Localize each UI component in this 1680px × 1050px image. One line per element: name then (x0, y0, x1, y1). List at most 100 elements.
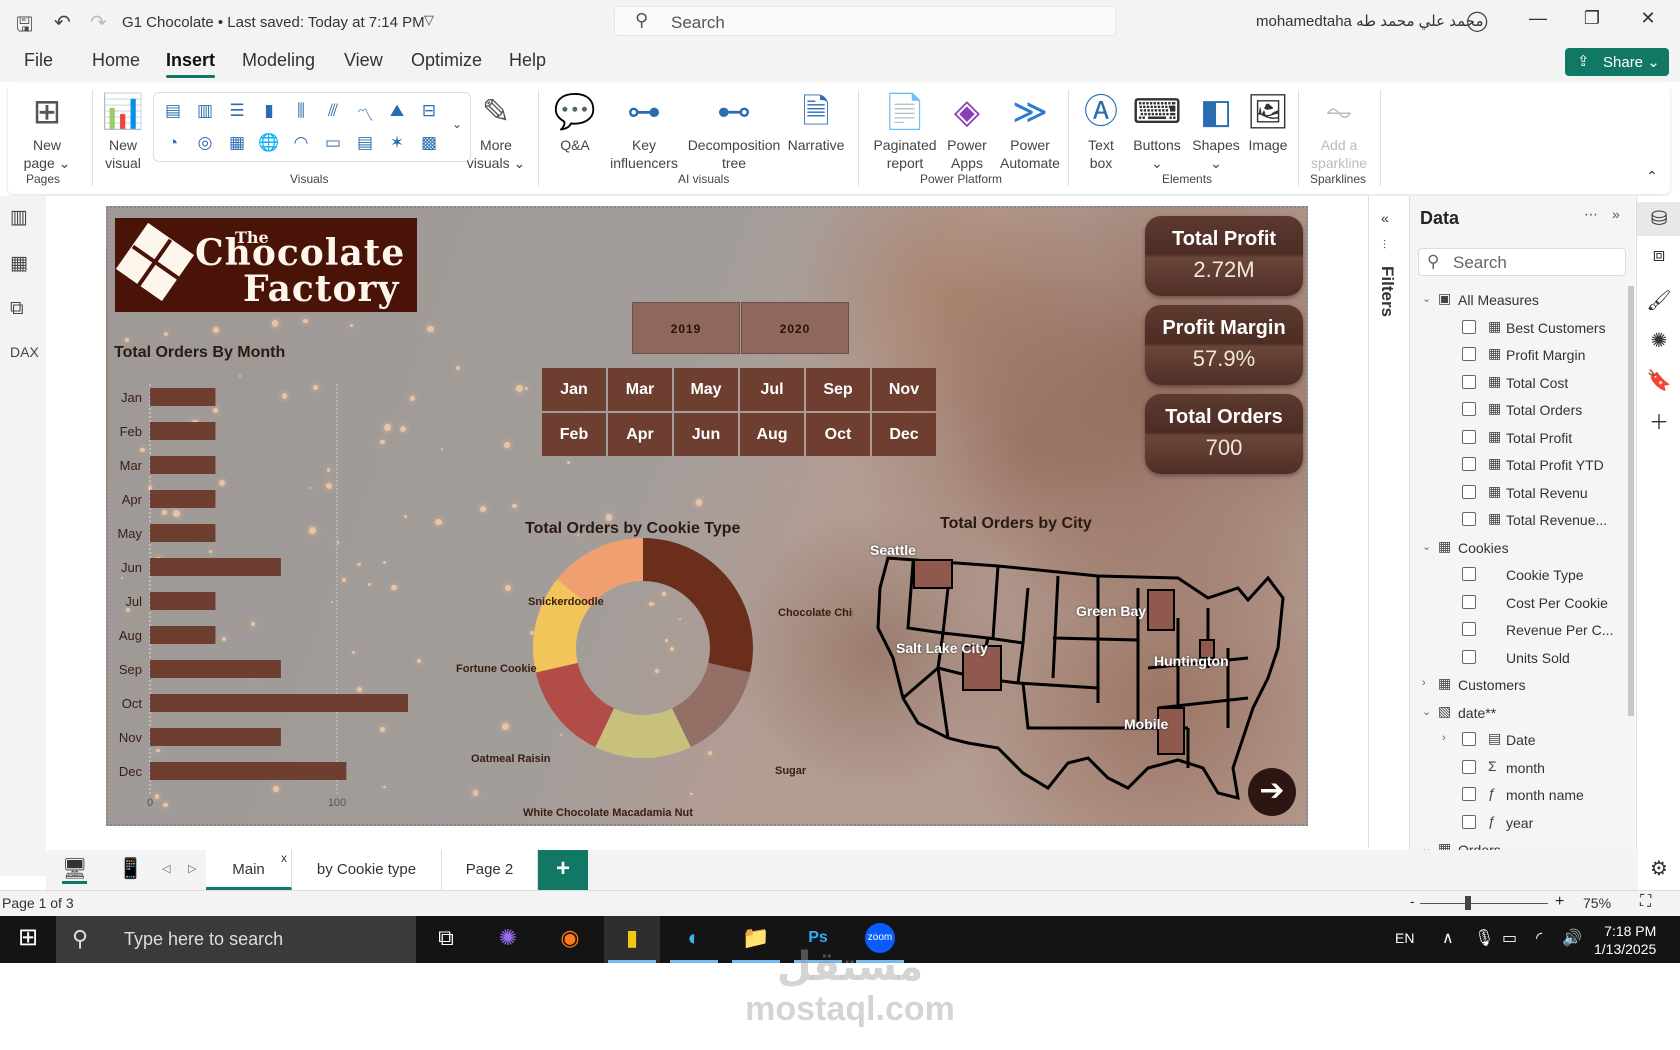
report-page[interactable]: The Chocolate Factory Total Orders By Mo… (106, 206, 1308, 826)
bar-jan[interactable] (150, 388, 216, 406)
field-checkbox[interactable] (1462, 457, 1476, 471)
paginated-report-button[interactable]: 📄 Paginated report (870, 88, 940, 172)
menu-view[interactable]: View (344, 50, 383, 71)
user-avatar-icon[interactable]: ◯ (1466, 8, 1488, 33)
month-slicer-aug[interactable]: Aug (740, 413, 804, 456)
field-checkbox[interactable] (1462, 814, 1476, 829)
next-page-button[interactable]: ➔ (1248, 768, 1296, 816)
card-icon[interactable]: ▭ (320, 133, 346, 155)
field-table-customers[interactable]: › ▦ Customers (1410, 673, 1628, 699)
map-icon[interactable]: 🌐 (256, 133, 282, 155)
field-item[interactable]: ▦ Profit Margin (1410, 343, 1628, 369)
new-page-button[interactable]: ⊞ New page ⌄ (18, 88, 76, 172)
maximize-button[interactable]: ❐ (1572, 8, 1612, 29)
collapse-ribbon-icon[interactable]: ⌃ (1646, 168, 1658, 185)
zoom-level[interactable]: 75% (1583, 895, 1611, 911)
menu-optimize[interactable]: Optimize (411, 50, 482, 71)
zoom-slider[interactable] (1420, 903, 1548, 904)
desktop-layout-icon[interactable]: 🖥 (62, 856, 88, 884)
menu-help[interactable]: Help (509, 50, 546, 71)
add-page-button[interactable]: + (538, 850, 588, 890)
bar-aug[interactable] (150, 626, 216, 644)
close-button[interactable]: ✕ (1628, 8, 1668, 29)
power-apps-button[interactable]: ◈ Power Apps (942, 88, 992, 172)
state-washington[interactable] (913, 559, 953, 589)
more-options-icon[interactable]: ⋯ (1584, 206, 1598, 223)
mobile-layout-icon[interactable]: 📱 (118, 856, 143, 881)
taskbar-clock[interactable]: 7:18 PM 1/13/2025 (1594, 922, 1656, 958)
field-checkbox[interactable] (1462, 732, 1476, 746)
bar-sep[interactable] (150, 660, 281, 678)
build-visual-icon[interactable]: ⧈ (1637, 244, 1680, 267)
bar-dec[interactable] (150, 762, 347, 780)
field-checkbox[interactable] (1462, 787, 1476, 801)
field-checkbox[interactable] (1462, 649, 1476, 664)
language-indicator[interactable]: EN (1395, 930, 1414, 946)
dax-query-view-icon[interactable]: DAX (10, 344, 39, 360)
data-search-input[interactable]: ⚲ Search (1418, 248, 1626, 276)
field-checkbox[interactable] (1462, 512, 1476, 526)
chevron-down-icon[interactable]: ⌄ (1422, 705, 1431, 718)
bar-mar[interactable] (150, 456, 216, 474)
field-item[interactable]: Σmonth (1410, 756, 1628, 782)
key-influencers-button[interactable]: ⊶ Key influencers (604, 88, 684, 172)
menu-insert[interactable]: Insert (166, 50, 216, 78)
shapes-button[interactable]: ◧ Shapes ⌄ (1188, 88, 1244, 172)
data-pane-icon[interactable]: ⛁ (1637, 202, 1680, 236)
field-item[interactable]: Units Sold (1410, 646, 1628, 672)
task-view-icon[interactable]: ⧉ (418, 916, 474, 963)
share-button[interactable]: ⇪ Share ⌄ (1565, 48, 1669, 76)
zoom-in-button[interactable]: + (1555, 893, 1564, 911)
arcgis-map-icon[interactable]: ▩ (416, 133, 442, 155)
year-slicer-2020[interactable]: 2020 (741, 302, 849, 354)
field-checkbox[interactable] (1462, 622, 1476, 636)
power-bi-icon[interactable]: ▮ (604, 916, 660, 963)
bar-may[interactable] (150, 524, 216, 542)
field-item[interactable]: Cost Per Cookie (1410, 591, 1628, 617)
month-slicer-apr[interactable]: Apr (608, 413, 672, 456)
windows-start-icon[interactable]: ⊞ (0, 916, 56, 963)
filters-pane[interactable]: « ⫶ Filters (1368, 196, 1408, 848)
azure-map-icon[interactable]: ✶ (384, 133, 410, 155)
microphone-icon[interactable]: 🎙 (1474, 928, 1494, 948)
data-pane-scrollbar[interactable] (1628, 286, 1634, 716)
field-item[interactable]: ▦ Total Revenue... (1410, 508, 1628, 534)
bar-jun[interactable] (150, 558, 281, 576)
field-item[interactable]: ▦ Total Revenu (1410, 481, 1628, 507)
title-dropdown-icon[interactable]: ▽ (424, 12, 434, 28)
next-page-icon[interactable]: ▷ (188, 862, 196, 875)
collapse-pane-icon[interactable]: » (1612, 206, 1620, 222)
more-visuals-button[interactable]: ✎ More visuals ⌄ (466, 88, 526, 172)
slicer-icon[interactable]: ⊟ (416, 101, 442, 123)
bar-jul[interactable] (150, 592, 216, 610)
field-checkbox[interactable] (1462, 319, 1476, 334)
orders-by-cookie-type-chart[interactable]: Chocolate Chip Sugar White Chocolate Macad… (393, 508, 853, 826)
donut-slice-chocolate-chip[interactable] (643, 538, 753, 673)
month-slicer-jun[interactable]: Jun (674, 413, 738, 456)
report-view-icon[interactable]: ▥ (10, 206, 28, 229)
month-slicer-oct[interactable]: Oct (806, 413, 870, 456)
field-checkbox[interactable] (1462, 484, 1476, 499)
ribbon-chart-icon[interactable]: ⫻ (320, 101, 346, 123)
treemap-icon[interactable]: ▦ (224, 133, 250, 155)
orders-by-month-chart[interactable]: Jan Feb Mar Apr May Jun Jul Aug Sep Oct Nov Dec 0 100 (108, 368, 408, 808)
table-icon[interactable]: ▤ (352, 133, 378, 155)
month-slicer-mar[interactable]: Mar (608, 368, 672, 411)
show-hidden-icons-icon[interactable]: ∧ (1442, 928, 1454, 948)
global-search[interactable]: ⚲ Search (614, 6, 1116, 36)
add-pane-icon[interactable]: ＋ (1637, 406, 1680, 435)
donut-chart-icon[interactable]: ◎ (192, 133, 218, 155)
field-checkbox[interactable] (1462, 429, 1476, 444)
field-item[interactable]: Revenue Per C... (1410, 618, 1628, 644)
month-slicer-sep[interactable]: Sep (806, 368, 870, 411)
chevron-down-icon[interactable]: ⌄ (1422, 540, 1431, 553)
line-column-icon[interactable]: ⫼ (288, 101, 314, 123)
close-tab-icon[interactable]: x (281, 838, 287, 878)
area-chart-icon[interactable]: ⛰ (384, 101, 410, 123)
visual-gallery[interactable]: ▤ ▥ ☰ ▮ ⫼ ⫻ 〽 ⛰ ⊟ ◔ ◎ ▦ 🌐 ◠ ▭ ▤ ✶ ▩ ⌄ (153, 92, 471, 162)
bookmark-icon[interactable]: 🔖 (1637, 368, 1680, 393)
fit-to-page-icon[interactable]: ⛶ (1640, 893, 1651, 911)
qa-button[interactable]: 💬 Q&A (550, 88, 600, 154)
us-map[interactable] (848, 528, 1288, 818)
volume-icon[interactable]: 🔊 (1562, 928, 1582, 948)
